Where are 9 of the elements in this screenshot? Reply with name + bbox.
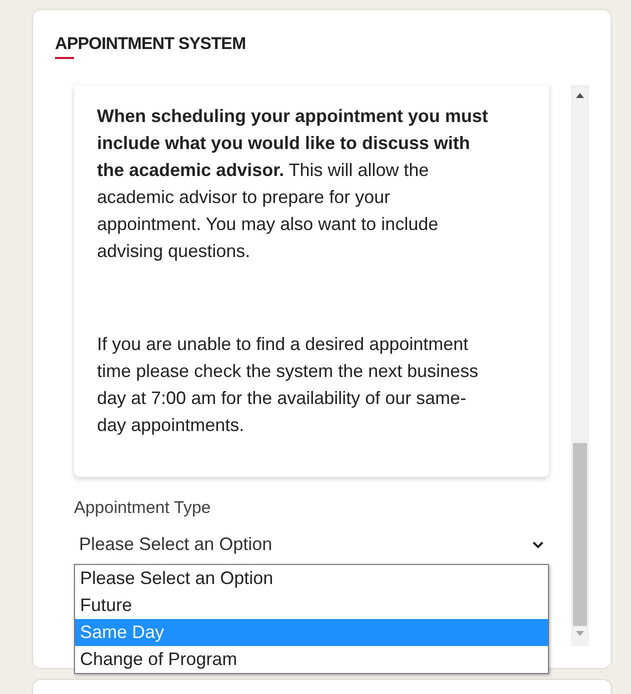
- title-underline: [55, 57, 74, 59]
- field-label: Appointment Type: [74, 497, 211, 519]
- dropdown-option[interactable]: Change of Program: [75, 646, 548, 672]
- info-paragraph: If you are unable to find a desired appointment time please check the system the next business day at 7:00 am for the availability of our same-day appointments.: [97, 333, 480, 437]
- info-paragraph: When scheduling your appointment you must include what you would like to discuss with the academic advisor. This will allow the academic advisor to prepare for your appointment. You may also want to include advising questions.: [97, 105, 489, 263]
- dropdown-option[interactable]: Future: [75, 592, 548, 618]
- dropdown-option[interactable]: Please Select an Option: [75, 564, 548, 592]
- panel-title: APPOINTMENT SYSTEM: [55, 34, 246, 54]
- chevron-down-icon: [532, 540, 544, 548]
